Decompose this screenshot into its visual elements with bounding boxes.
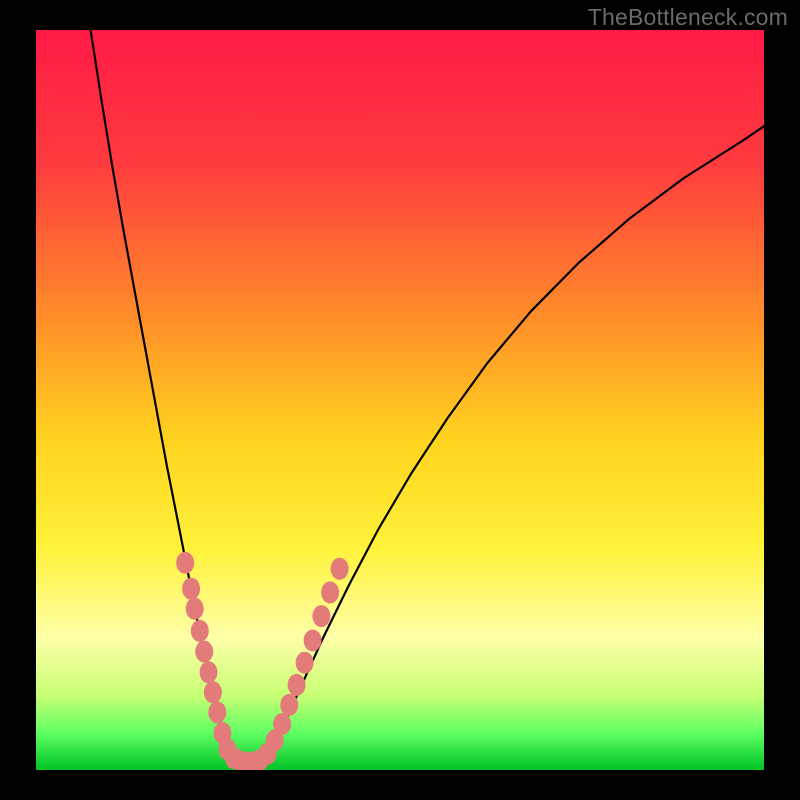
data-point (273, 713, 291, 735)
data-point (176, 552, 194, 574)
chart-frame: TheBottleneck.com (0, 0, 800, 800)
data-point (200, 661, 218, 683)
data-point (321, 581, 339, 603)
plot-area (36, 30, 764, 770)
data-point (280, 694, 298, 716)
watermark-text: TheBottleneck.com (588, 4, 788, 31)
data-point (288, 674, 306, 696)
data-point (186, 598, 204, 620)
data-point (304, 630, 322, 652)
bottleneck-curve (36, 30, 764, 770)
data-point (312, 605, 330, 627)
gradient-background (36, 30, 764, 770)
data-point (204, 681, 222, 703)
data-point (296, 652, 314, 674)
data-point (191, 620, 209, 642)
data-point (208, 701, 226, 723)
data-point (331, 558, 349, 580)
data-point (195, 641, 213, 663)
data-point (182, 578, 200, 600)
